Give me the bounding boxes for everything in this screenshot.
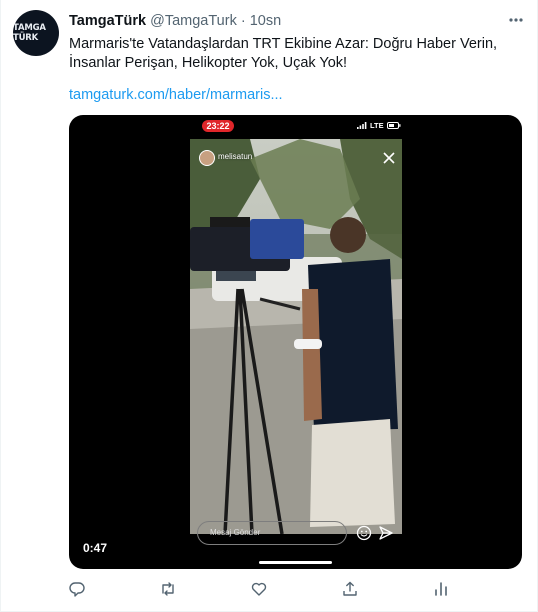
article-link[interactable]: tamgaturk.com/haber/marmaris... bbox=[69, 87, 283, 103]
tweet-card[interactable]: TAMGA TÜRK TamgaTürk @TamgaTurk · 10sn M… bbox=[0, 0, 538, 612]
tweet-actions bbox=[1, 578, 538, 600]
like-icon[interactable] bbox=[248, 578, 270, 600]
share-icon[interactable] bbox=[339, 578, 361, 600]
phone-status-bar: LTE bbox=[357, 121, 401, 130]
tweet-text: Marmaris'te Vatandaşlardan TRT Ekibine A… bbox=[69, 36, 498, 71]
video-frame-scene bbox=[190, 139, 402, 534]
video-player[interactable]: 23:22 LTE melisatun Mesaj Gönder 0:47 bbox=[69, 115, 522, 569]
close-icon[interactable] bbox=[382, 151, 396, 165]
tweet-header: TamgaTürk @TamgaTurk · 10sn bbox=[69, 13, 281, 29]
retweet-icon[interactable] bbox=[157, 578, 179, 600]
user-handle[interactable]: @TamgaTurk bbox=[150, 13, 237, 29]
more-icon[interactable] bbox=[506, 10, 526, 30]
home-indicator bbox=[259, 561, 332, 564]
separator: · bbox=[240, 13, 246, 29]
recording-time: 23:22 bbox=[202, 120, 234, 132]
video-duration: 0:47 bbox=[83, 541, 108, 555]
analytics-icon[interactable] bbox=[430, 578, 452, 600]
smile-icon[interactable] bbox=[356, 525, 372, 541]
story-frame: melisatun bbox=[190, 139, 402, 534]
story-avatar bbox=[199, 150, 215, 166]
reply-icon[interactable] bbox=[66, 578, 88, 600]
timestamp[interactable]: 10sn bbox=[250, 13, 281, 29]
battery-icon bbox=[386, 122, 401, 129]
avatar[interactable]: TAMGA TÜRK bbox=[13, 10, 59, 56]
display-name[interactable]: TamgaTürk bbox=[69, 13, 146, 29]
send-icon[interactable] bbox=[378, 525, 394, 541]
network-label: LTE bbox=[370, 121, 384, 130]
message-input[interactable]: Mesaj Gönder bbox=[197, 521, 347, 545]
signal-icon bbox=[357, 122, 367, 129]
story-username: melisatun bbox=[218, 152, 253, 161]
avatar-logo-text: TAMGA TÜRK bbox=[13, 23, 46, 43]
